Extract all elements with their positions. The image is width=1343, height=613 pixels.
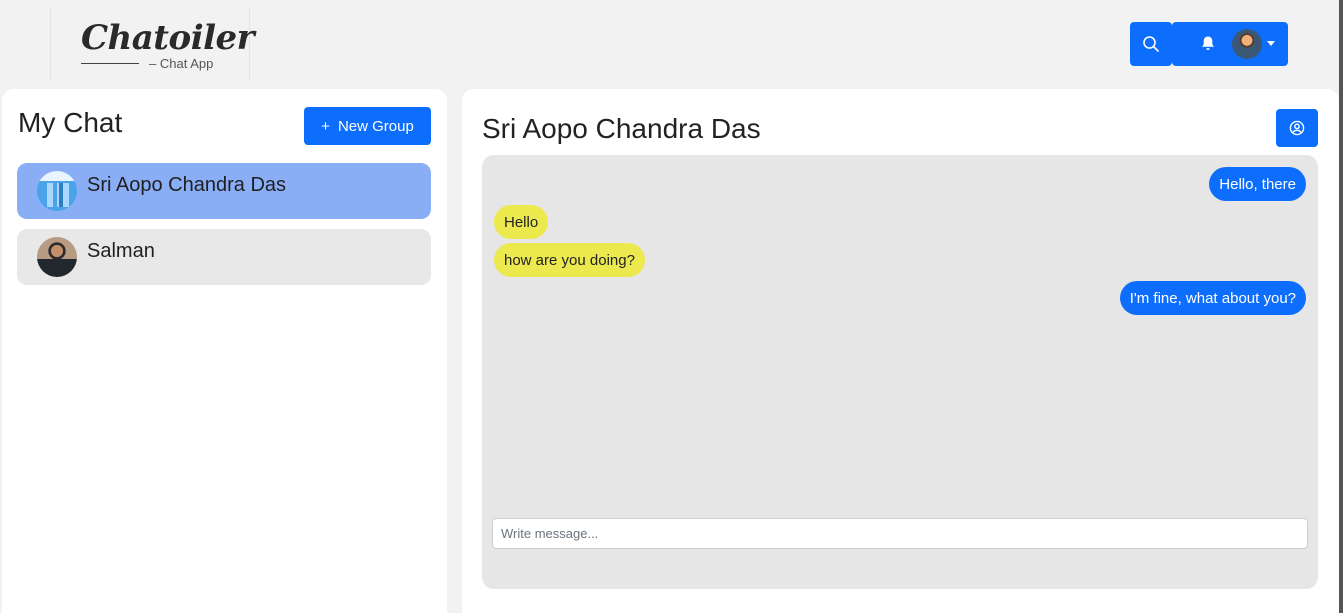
messages-area: Hello, there Hello how are you doing? I'… (482, 155, 1318, 589)
chat-list-item-name: Sri Aopo Chandra Das (87, 174, 287, 196)
chat-list-title: My Chat (18, 107, 123, 138)
user-menu-button[interactable] (1172, 22, 1288, 66)
bell-icon[interactable] (1200, 35, 1216, 52)
new-group-button[interactable]: + New Group (304, 107, 431, 145)
search-icon (1143, 36, 1159, 52)
search-button[interactable] (1130, 22, 1172, 66)
message-bubble-sent: Hello, there (1209, 167, 1306, 201)
chevron-down-icon (1267, 41, 1275, 46)
message-bubble-received: Hello (494, 205, 549, 239)
view-profile-button[interactable] (1276, 109, 1318, 147)
conversation-title: Sri Aopo Chandra Das (482, 113, 761, 144)
chat-list-item[interactable]: Sri Aopo Chandra Das (17, 163, 431, 219)
chat-list-item[interactable]: Salman (17, 229, 431, 285)
logo-title: Chatoiler (81, 18, 255, 58)
conversation-panel: Sri Aopo Chandra Das Hello, there Hello … (462, 89, 1339, 613)
message-input[interactable] (492, 518, 1308, 549)
logo-divider (81, 63, 139, 64)
logo-subtitle: – Chat App (149, 56, 214, 71)
user-circle-icon (1289, 120, 1305, 136)
message-bubble-sent: I'm fine, what about you? (1119, 281, 1306, 315)
message-bubble-received: how are you doing? (494, 243, 645, 277)
avatar (37, 171, 77, 211)
app-logo: Chatoiler – Chat App (50, 8, 255, 80)
user-avatar[interactable] (1232, 29, 1262, 59)
new-group-label: New Group (337, 117, 414, 135)
chat-list-item-name: Salman (87, 240, 155, 262)
avatar (37, 237, 77, 277)
chat-list-panel: My Chat + New Group Sri Aopo Chandra Das… (2, 89, 447, 613)
scrollbar[interactable] (1339, 0, 1343, 613)
plus-icon: + (321, 117, 330, 135)
